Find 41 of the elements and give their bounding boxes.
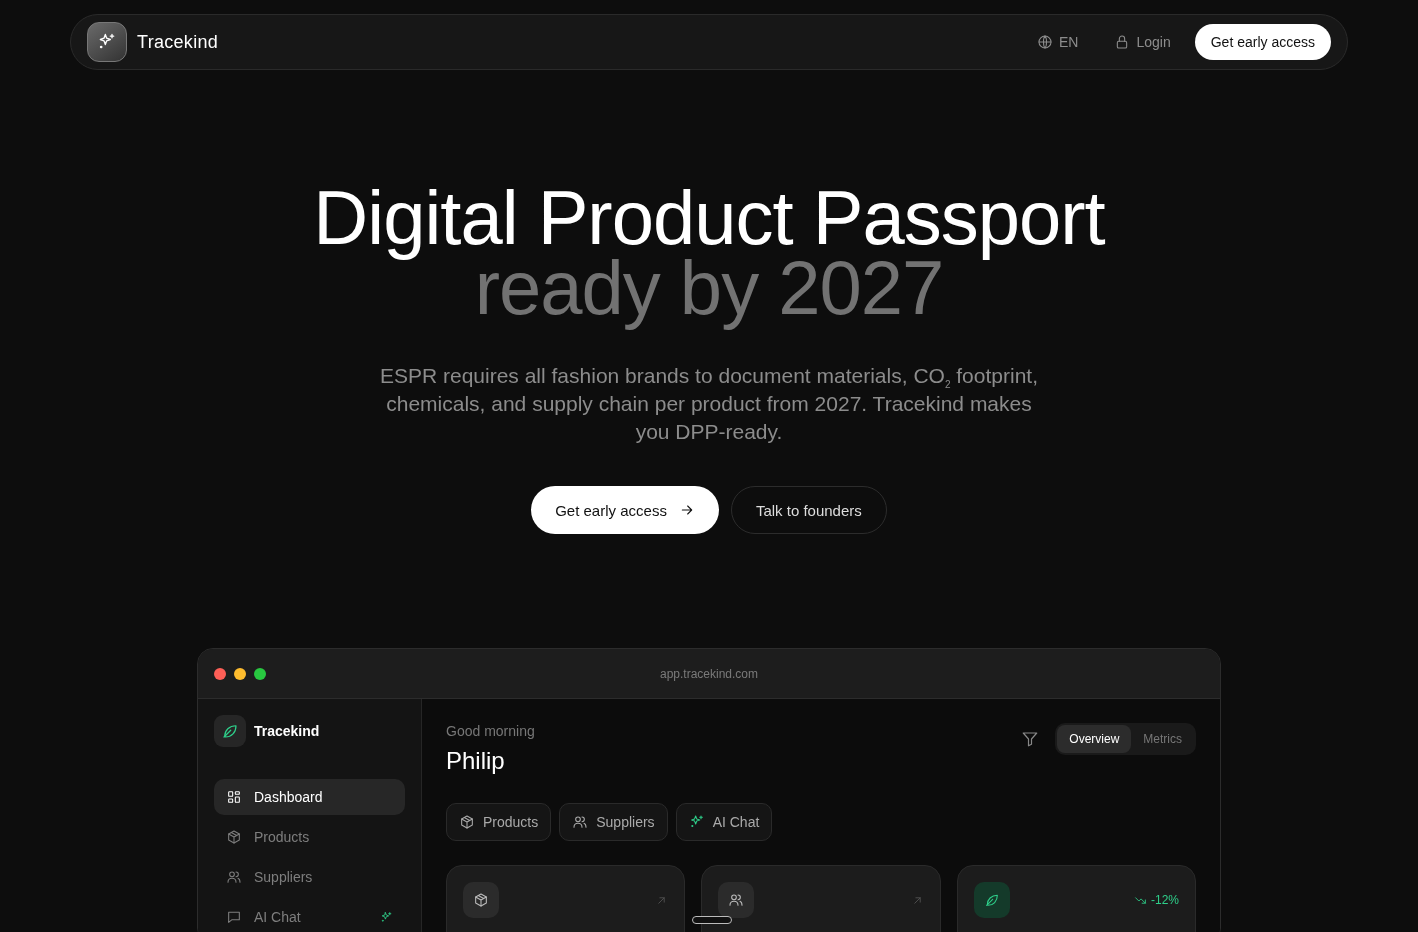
chat-bubble-icon [226, 909, 242, 925]
window-minimize-button[interactable] [234, 667, 246, 680]
logo-icon[interactable] [87, 22, 127, 62]
grid-icon [226, 789, 242, 805]
language-link[interactable]: EN [1037, 34, 1079, 50]
app-brand-name: Tracekind [254, 723, 320, 739]
view-tab[interactable]: Overview [1057, 725, 1132, 753]
leaf-icon [983, 892, 1000, 908]
sparkle-icon [688, 814, 705, 830]
get-early-access-button[interactable]: Get early access [531, 486, 719, 534]
sidebar-item[interactable]: AI Chat [214, 899, 405, 932]
greeting-text: Good morning [446, 723, 535, 739]
filter-icon [1021, 730, 1040, 748]
hero-subtitle: ESPR requires all fashion brands to document materials, CO$_{2}$ footprint, chemicals, and supply chain per product from 2027. Tracekind makes you DPP-ready. [378, 363, 1039, 445]
url-text: app.tracekind.com [659, 666, 759, 681]
trend-label: -12% [1133, 893, 1179, 907]
quick-action-button[interactable]: Suppliers [559, 803, 668, 841]
box-icon [459, 814, 475, 830]
quick-action-button[interactable]: Products [446, 803, 552, 841]
box-icon [226, 829, 242, 845]
users-icon [572, 814, 589, 830]
quick-action-button[interactable]: AI Chat [675, 803, 773, 841]
filter-button[interactable] [1021, 730, 1040, 748]
box-icon [473, 892, 489, 908]
leaf-icon [221, 722, 239, 740]
window-maximize-button[interactable] [254, 667, 266, 680]
get-early-access-button[interactable]: Get early access [1194, 24, 1331, 60]
users-icon [226, 869, 242, 885]
users-icon [728, 892, 745, 908]
sidebar-item[interactable]: Suppliers [214, 859, 405, 895]
brand-name[interactable]: Tracekind [137, 31, 219, 53]
talk-to-founders-button[interactable]: Talk to founders [730, 486, 887, 534]
stat-card[interactable]: -12% [956, 865, 1196, 932]
login-link[interactable]: Login [1114, 34, 1171, 50]
window-close-button[interactable] [214, 667, 226, 680]
globe-icon [1037, 34, 1053, 50]
view-tab[interactable]: Metrics [1131, 725, 1194, 753]
sidebar-item[interactable]: Dashboard [214, 779, 405, 815]
sidebar-item[interactable]: Products [214, 819, 405, 855]
scroll-handle[interactable] [692, 916, 732, 924]
user-name: Philip [446, 747, 506, 775]
